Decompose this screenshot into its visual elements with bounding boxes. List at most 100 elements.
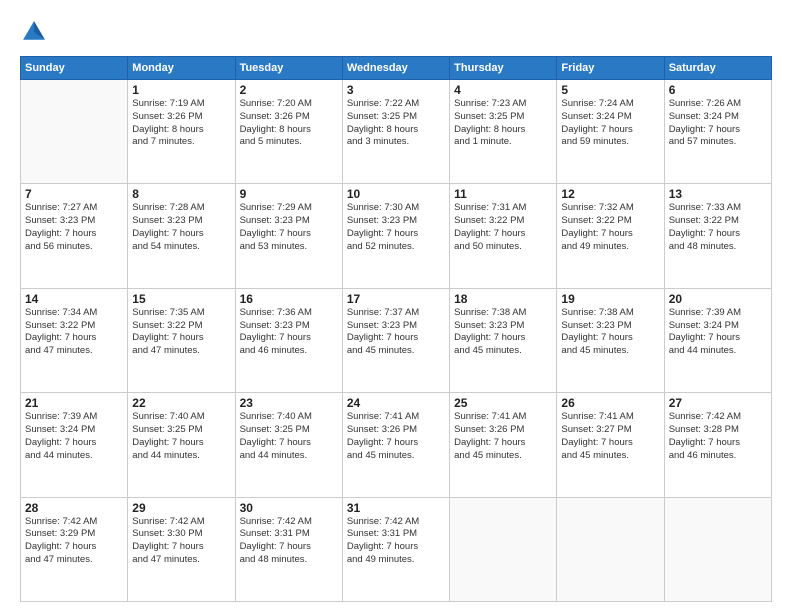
calendar-day-cell: 29Sunrise: 7:42 AMSunset: 3:30 PMDayligh… [128,497,235,601]
weekday-sunday: Sunday [21,57,128,80]
weekday-tuesday: Tuesday [235,57,342,80]
calendar-day-cell: 9Sunrise: 7:29 AMSunset: 3:23 PMDaylight… [235,184,342,288]
day-number: 23 [240,396,338,410]
day-info: Sunrise: 7:27 AMSunset: 3:23 PMDaylight:… [25,202,123,253]
day-number: 5 [561,83,659,97]
calendar-day-cell [557,497,664,601]
calendar-day-cell: 17Sunrise: 7:37 AMSunset: 3:23 PMDayligh… [342,288,449,392]
day-info: Sunrise: 7:42 AMSunset: 3:31 PMDaylight:… [347,516,445,567]
calendar-day-cell: 30Sunrise: 7:42 AMSunset: 3:31 PMDayligh… [235,497,342,601]
logo-icon [20,18,48,46]
calendar-day-cell: 15Sunrise: 7:35 AMSunset: 3:22 PMDayligh… [128,288,235,392]
weekday-saturday: Saturday [664,57,771,80]
day-info: Sunrise: 7:30 AMSunset: 3:23 PMDaylight:… [347,202,445,253]
day-number: 27 [669,396,767,410]
calendar-day-cell: 24Sunrise: 7:41 AMSunset: 3:26 PMDayligh… [342,393,449,497]
day-number: 6 [669,83,767,97]
day-number: 10 [347,187,445,201]
calendar-day-cell: 3Sunrise: 7:22 AMSunset: 3:25 PMDaylight… [342,80,449,184]
calendar-day-cell: 27Sunrise: 7:42 AMSunset: 3:28 PMDayligh… [664,393,771,497]
calendar-day-cell: 18Sunrise: 7:38 AMSunset: 3:23 PMDayligh… [450,288,557,392]
day-number: 16 [240,292,338,306]
calendar-week-row: 28Sunrise: 7:42 AMSunset: 3:29 PMDayligh… [21,497,772,601]
day-info: Sunrise: 7:19 AMSunset: 3:26 PMDaylight:… [132,98,230,149]
day-number: 13 [669,187,767,201]
logo [20,18,52,46]
calendar-day-cell: 19Sunrise: 7:38 AMSunset: 3:23 PMDayligh… [557,288,664,392]
day-info: Sunrise: 7:24 AMSunset: 3:24 PMDaylight:… [561,98,659,149]
day-info: Sunrise: 7:41 AMSunset: 3:26 PMDaylight:… [347,411,445,462]
calendar-day-cell: 5Sunrise: 7:24 AMSunset: 3:24 PMDaylight… [557,80,664,184]
calendar-day-cell: 25Sunrise: 7:41 AMSunset: 3:26 PMDayligh… [450,393,557,497]
day-info: Sunrise: 7:41 AMSunset: 3:26 PMDaylight:… [454,411,552,462]
day-number: 17 [347,292,445,306]
day-number: 3 [347,83,445,97]
calendar-day-cell: 6Sunrise: 7:26 AMSunset: 3:24 PMDaylight… [664,80,771,184]
day-number: 14 [25,292,123,306]
weekday-friday: Friday [557,57,664,80]
day-number: 26 [561,396,659,410]
day-info: Sunrise: 7:26 AMSunset: 3:24 PMDaylight:… [669,98,767,149]
day-info: Sunrise: 7:31 AMSunset: 3:22 PMDaylight:… [454,202,552,253]
day-info: Sunrise: 7:38 AMSunset: 3:23 PMDaylight:… [561,307,659,358]
day-number: 7 [25,187,123,201]
calendar-day-cell: 14Sunrise: 7:34 AMSunset: 3:22 PMDayligh… [21,288,128,392]
calendar-day-cell: 21Sunrise: 7:39 AMSunset: 3:24 PMDayligh… [21,393,128,497]
day-info: Sunrise: 7:38 AMSunset: 3:23 PMDaylight:… [454,307,552,358]
day-info: Sunrise: 7:40 AMSunset: 3:25 PMDaylight:… [132,411,230,462]
day-info: Sunrise: 7:35 AMSunset: 3:22 PMDaylight:… [132,307,230,358]
day-info: Sunrise: 7:40 AMSunset: 3:25 PMDaylight:… [240,411,338,462]
day-number: 24 [347,396,445,410]
day-number: 18 [454,292,552,306]
calendar-day-cell: 28Sunrise: 7:42 AMSunset: 3:29 PMDayligh… [21,497,128,601]
weekday-monday: Monday [128,57,235,80]
day-number: 20 [669,292,767,306]
day-info: Sunrise: 7:33 AMSunset: 3:22 PMDaylight:… [669,202,767,253]
weekday-thursday: Thursday [450,57,557,80]
calendar-day-cell: 2Sunrise: 7:20 AMSunset: 3:26 PMDaylight… [235,80,342,184]
day-number: 15 [132,292,230,306]
day-number: 22 [132,396,230,410]
day-info: Sunrise: 7:37 AMSunset: 3:23 PMDaylight:… [347,307,445,358]
day-number: 11 [454,187,552,201]
day-number: 28 [25,501,123,515]
day-number: 19 [561,292,659,306]
calendar-day-cell: 31Sunrise: 7:42 AMSunset: 3:31 PMDayligh… [342,497,449,601]
calendar-day-cell [450,497,557,601]
calendar-week-row: 1Sunrise: 7:19 AMSunset: 3:26 PMDaylight… [21,80,772,184]
calendar-week-row: 14Sunrise: 7:34 AMSunset: 3:22 PMDayligh… [21,288,772,392]
day-info: Sunrise: 7:29 AMSunset: 3:23 PMDaylight:… [240,202,338,253]
weekday-wednesday: Wednesday [342,57,449,80]
calendar-day-cell [664,497,771,601]
calendar-day-cell: 7Sunrise: 7:27 AMSunset: 3:23 PMDaylight… [21,184,128,288]
day-info: Sunrise: 7:36 AMSunset: 3:23 PMDaylight:… [240,307,338,358]
day-info: Sunrise: 7:41 AMSunset: 3:27 PMDaylight:… [561,411,659,462]
day-info: Sunrise: 7:34 AMSunset: 3:22 PMDaylight:… [25,307,123,358]
day-info: Sunrise: 7:42 AMSunset: 3:29 PMDaylight:… [25,516,123,567]
calendar-day-cell: 8Sunrise: 7:28 AMSunset: 3:23 PMDaylight… [128,184,235,288]
calendar-day-cell: 26Sunrise: 7:41 AMSunset: 3:27 PMDayligh… [557,393,664,497]
day-number: 9 [240,187,338,201]
day-info: Sunrise: 7:32 AMSunset: 3:22 PMDaylight:… [561,202,659,253]
calendar-week-row: 21Sunrise: 7:39 AMSunset: 3:24 PMDayligh… [21,393,772,497]
day-info: Sunrise: 7:28 AMSunset: 3:23 PMDaylight:… [132,202,230,253]
weekday-header-row: SundayMondayTuesdayWednesdayThursdayFrid… [21,57,772,80]
calendar-day-cell: 1Sunrise: 7:19 AMSunset: 3:26 PMDaylight… [128,80,235,184]
day-number: 25 [454,396,552,410]
calendar-table: SundayMondayTuesdayWednesdayThursdayFrid… [20,56,772,602]
calendar-day-cell: 4Sunrise: 7:23 AMSunset: 3:25 PMDaylight… [450,80,557,184]
day-info: Sunrise: 7:39 AMSunset: 3:24 PMDaylight:… [669,307,767,358]
day-number: 4 [454,83,552,97]
calendar-day-cell: 10Sunrise: 7:30 AMSunset: 3:23 PMDayligh… [342,184,449,288]
day-info: Sunrise: 7:23 AMSunset: 3:25 PMDaylight:… [454,98,552,149]
calendar-day-cell: 12Sunrise: 7:32 AMSunset: 3:22 PMDayligh… [557,184,664,288]
calendar-day-cell: 20Sunrise: 7:39 AMSunset: 3:24 PMDayligh… [664,288,771,392]
day-number: 21 [25,396,123,410]
calendar-day-cell: 23Sunrise: 7:40 AMSunset: 3:25 PMDayligh… [235,393,342,497]
day-number: 2 [240,83,338,97]
day-number: 8 [132,187,230,201]
day-info: Sunrise: 7:39 AMSunset: 3:24 PMDaylight:… [25,411,123,462]
calendar-day-cell: 13Sunrise: 7:33 AMSunset: 3:22 PMDayligh… [664,184,771,288]
calendar-day-cell [21,80,128,184]
calendar-day-cell: 22Sunrise: 7:40 AMSunset: 3:25 PMDayligh… [128,393,235,497]
